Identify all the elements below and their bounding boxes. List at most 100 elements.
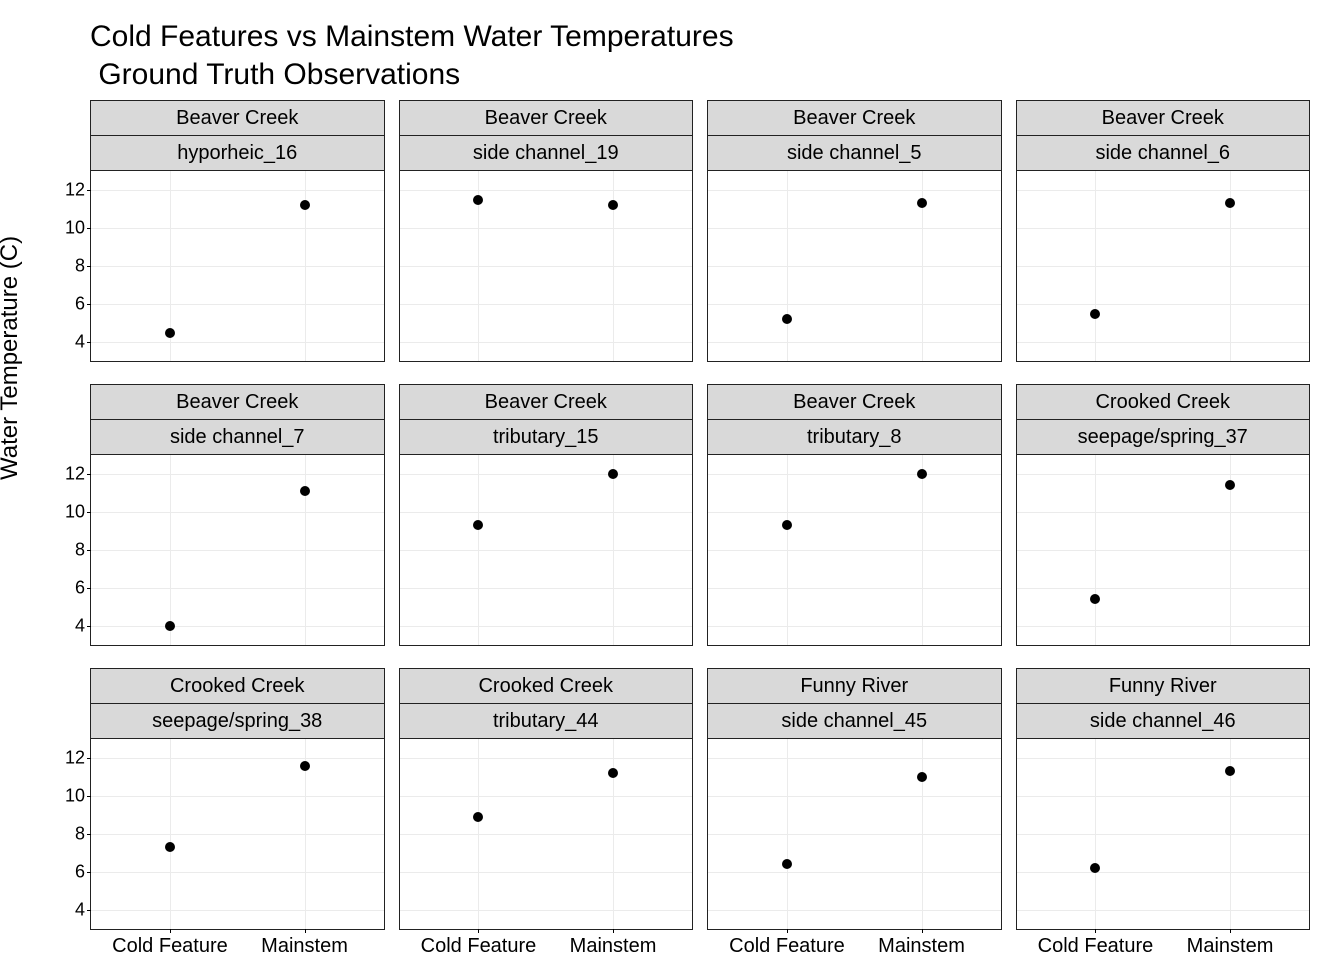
data-point-cold [473,520,483,530]
facet-strip-creek: Funny River [707,668,1002,704]
facet-strip-creek: Beaver Creek [399,100,694,136]
facet-panel: Crooked Creekseepage/spring_384681012Col… [90,668,385,930]
gridline-horizontal [400,834,693,835]
y-tick-label: 8 [75,256,85,277]
gridline-horizontal [91,304,384,305]
gridline-vertical [922,739,923,929]
gridline-horizontal [91,834,384,835]
data-point-cold [1090,594,1100,604]
data-point-mainstem [608,200,618,210]
gridline-horizontal [91,190,384,191]
y-tick-label: 8 [75,824,85,845]
gridline-horizontal [1017,796,1310,797]
gridline-horizontal [1017,304,1310,305]
chart-title: Cold Features vs Mainstem Water Temperat… [90,18,734,93]
facet-strip-site: side channel_7 [90,420,385,455]
facet-strip-creek: Funny River [1016,668,1311,704]
gridline-horizontal [91,910,384,911]
gridline-horizontal [400,626,693,627]
data-point-cold [1090,309,1100,319]
gridline-horizontal [400,474,693,475]
y-tick-group: 4681012 [51,739,91,929]
x-tick-mark [170,929,171,933]
facet-strip-creek: Crooked Creek [90,668,385,704]
gridline-horizontal [91,796,384,797]
gridline-horizontal [1017,626,1310,627]
gridline-horizontal [708,872,1001,873]
facet-panel: Beaver Creekside channel_19 [399,100,694,362]
data-point-mainstem [917,469,927,479]
facet-strip-site: hyporheic_16 [90,136,385,171]
data-point-mainstem [917,198,927,208]
y-tick-mark [87,588,91,589]
facet-panel: Funny Riverside channel_46Cold FeatureMa… [1016,668,1311,930]
y-tick-label: 12 [65,180,85,201]
gridline-horizontal [91,626,384,627]
gridline-horizontal [1017,228,1310,229]
gridline-horizontal [91,550,384,551]
y-tick-label: 8 [75,540,85,561]
data-point-mainstem [917,772,927,782]
gridline-horizontal [1017,342,1310,343]
x-tick-group: Cold FeatureMainstem [91,929,384,959]
data-point-mainstem [1225,480,1235,490]
gridline-horizontal [400,758,693,759]
gridline-horizontal [400,796,693,797]
gridline-horizontal [708,588,1001,589]
gridline-horizontal [91,758,384,759]
facet-plot-area: Cold FeatureMainstem [1016,739,1311,930]
facet-strip-creek: Crooked Creek [1016,384,1311,420]
y-tick-mark [87,796,91,797]
x-tick-group: Cold FeatureMainstem [1017,929,1310,959]
x-tick-label: Mainstem [878,935,965,958]
y-tick-label: 6 [75,294,85,315]
x-tick-label: Mainstem [570,935,657,958]
gridline-vertical [1095,455,1096,645]
gridline-horizontal [91,588,384,589]
x-tick-label: Cold Feature [1038,935,1154,958]
gridline-vertical [170,455,171,645]
chart-container: Cold Features vs Mainstem Water Temperat… [0,0,1344,960]
facet-strip-creek: Crooked Creek [399,668,694,704]
y-tick-mark [87,758,91,759]
gridline-vertical [1095,171,1096,361]
facet-plot-area [707,455,1002,646]
gridline-horizontal [708,228,1001,229]
facet-panel: Crooked Creektributary_44Cold FeatureMai… [399,668,694,930]
facet-panel: Beaver Creekside channel_5 [707,100,1002,362]
gridline-vertical [787,455,788,645]
facet-panel: Beaver Creekside channel_6 [1016,100,1311,362]
y-tick-mark [87,910,91,911]
gridline-horizontal [708,512,1001,513]
facet-panel: Crooked Creekseepage/spring_37 [1016,384,1311,646]
x-tick-group: Cold Feature Mainstem [708,929,1001,959]
x-tick-mark [922,929,923,933]
y-tick-group: 4681012 [51,171,91,361]
gridline-horizontal [400,550,693,551]
facet-strip-site: tributary_44 [399,704,694,739]
facet-panel: Beaver Creektributary_15 [399,384,694,646]
data-point-cold [782,859,792,869]
gridline-horizontal [708,796,1001,797]
data-point-mainstem [608,469,618,479]
gridline-horizontal [708,910,1001,911]
y-tick-mark [87,834,91,835]
y-tick-label: 12 [65,464,85,485]
facet-plot-area: 4681012Cold FeatureMainstem [90,739,385,930]
gridline-vertical [613,455,614,645]
gridline-horizontal [91,266,384,267]
x-tick-label: Cold Feature [729,935,845,958]
gridline-horizontal [400,588,693,589]
data-point-cold [165,842,175,852]
gridline-horizontal [400,910,693,911]
y-tick-label: 4 [75,900,85,921]
data-point-mainstem [1225,766,1235,776]
facet-strip-site: seepage/spring_37 [1016,420,1311,455]
gridline-horizontal [400,342,693,343]
x-tick-mark [1095,929,1096,933]
facet-strip-creek: Beaver Creek [399,384,694,420]
gridline-horizontal [1017,872,1310,873]
gridline-horizontal [400,512,693,513]
y-tick-mark [87,474,91,475]
gridline-horizontal [708,834,1001,835]
